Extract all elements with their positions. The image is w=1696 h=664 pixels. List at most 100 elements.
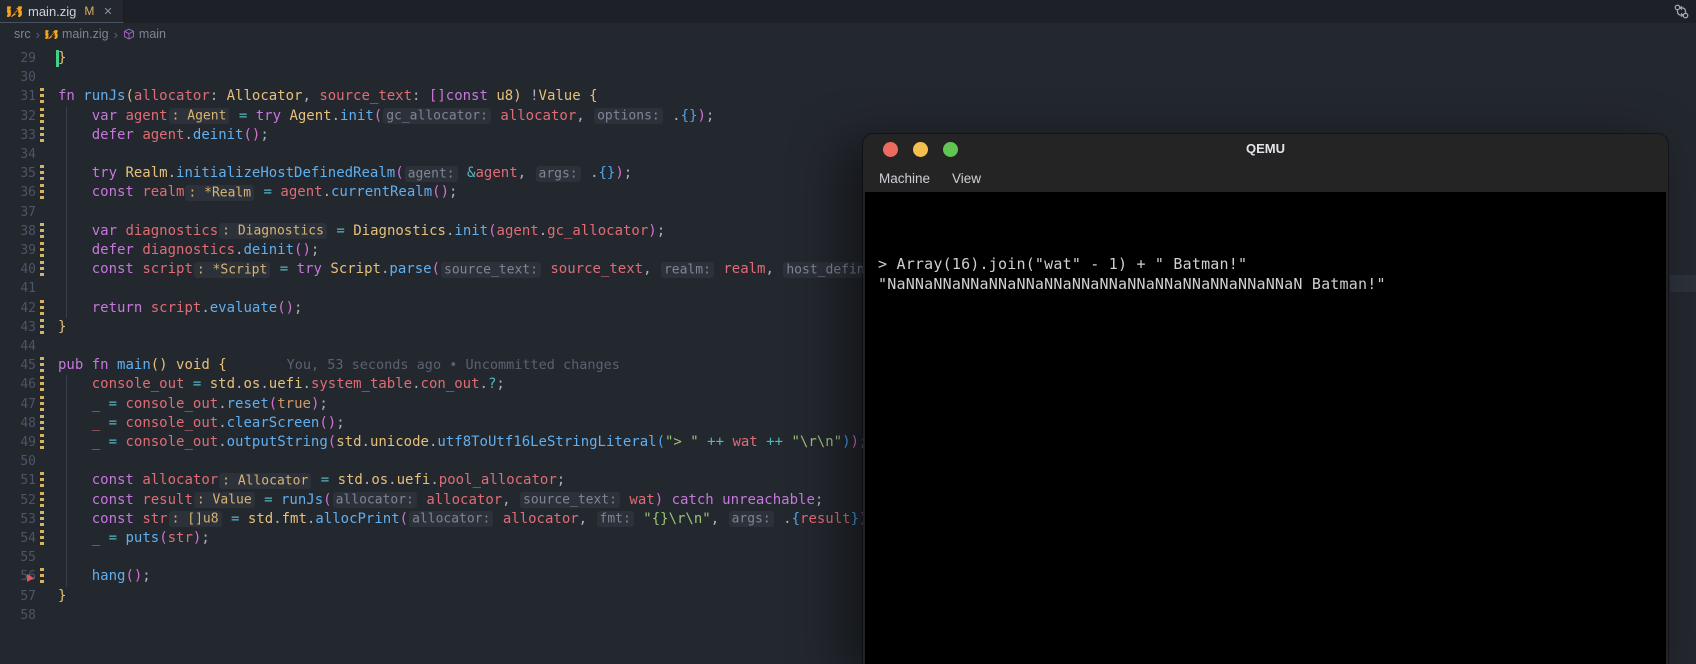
breadcrumb-item-src[interactable]: src	[14, 27, 31, 41]
symbol-cube-icon	[123, 28, 135, 40]
chevron-separator: ›	[36, 27, 40, 42]
code-text: console_out = std.os.uefi.system_table.c…	[58, 375, 505, 394]
line-number[interactable]: 47	[0, 395, 36, 414]
git-gutter-indicator[interactable]	[40, 511, 44, 529]
line-number[interactable]: 52	[0, 491, 36, 510]
line-number[interactable]: 35	[0, 164, 36, 183]
line-number[interactable]: 46	[0, 375, 36, 394]
git-gutter-indicator[interactable]	[40, 472, 44, 490]
terminal-line: > Array(16).join("wat" - 1) + " Batman!"	[878, 254, 1666, 274]
line-number[interactable]: 42	[0, 299, 36, 318]
blame-annotation: You, 53 seconds ago • Uncommitted change…	[287, 357, 620, 373]
code-text: defer diagnostics.deinit();	[58, 241, 319, 260]
line-number[interactable]: 53	[0, 510, 36, 529]
line-number[interactable]: 55	[0, 548, 36, 567]
code-line[interactable]: 30	[0, 68, 1696, 88]
breadcrumb-label: main.zig	[62, 27, 109, 41]
line-number[interactable]: 45	[0, 356, 36, 375]
code-text: try Realm.initializeHostDefinedRealm(age…	[58, 164, 632, 183]
git-gutter-indicator[interactable]	[40, 127, 44, 145]
terminal-line: "NaNNaNNaNNaNNaNNaNNaNNaNNaNNaNNaNNaNNaN…	[878, 274, 1666, 294]
line-number[interactable]: 34	[0, 145, 36, 164]
line-number[interactable]: 37	[0, 203, 36, 222]
menu-item-machine[interactable]: Machine	[879, 171, 930, 186]
code-text: defer agent.deinit();	[58, 126, 269, 145]
line-number[interactable]: 29	[0, 49, 36, 68]
git-gutter-indicator[interactable]	[40, 242, 44, 260]
editor-actions	[1673, 3, 1690, 20]
git-gutter-indicator[interactable]	[40, 376, 44, 394]
indent-guide	[66, 452, 67, 471]
code-text: const allocator: Allocator = std.os.uefi…	[58, 471, 565, 490]
git-gutter-indicator[interactable]	[40, 568, 44, 586]
line-number[interactable]: 49	[0, 433, 36, 452]
deleted-lines-marker	[27, 574, 34, 582]
line-number[interactable]: 32	[0, 107, 36, 126]
git-gutter-indicator[interactable]	[40, 396, 44, 414]
git-gutter-indicator[interactable]	[40, 88, 44, 106]
git-gutter-indicator[interactable]	[40, 184, 44, 202]
code-line[interactable]: 31 fn runJs(allocator: Allocator, source_…	[0, 87, 1696, 107]
qemu-titlebar[interactable]: QEMU	[863, 134, 1668, 164]
code-text: _ = puts(str);	[58, 529, 210, 548]
code-text: return script.evaluate();	[58, 299, 302, 318]
line-number[interactable]: 57	[0, 587, 36, 606]
breadcrumb: src › main.zig › main	[0, 23, 1696, 45]
line-number[interactable]: 36	[0, 183, 36, 202]
tab-filename: main.zig	[28, 4, 76, 19]
git-gutter-indicator[interactable]	[40, 165, 44, 183]
line-number[interactable]: 41	[0, 279, 36, 298]
git-gutter-indicator[interactable]	[40, 492, 44, 510]
line-number[interactable]: 51	[0, 471, 36, 490]
code-text: fn runJs(allocator: Allocator, source_te…	[58, 87, 598, 106]
qemu-window: QEMU Machine View > Array(16).join("wat" …	[863, 134, 1668, 664]
code-text: pub fn main() void {You, 53 seconds ago …	[58, 356, 620, 375]
code-text: var agent: Agent = try Agent.init(gc_all…	[58, 107, 714, 126]
line-number[interactable]: 31	[0, 87, 36, 106]
line-number[interactable]: 43	[0, 318, 36, 337]
git-gutter-indicator[interactable]	[40, 261, 44, 279]
breadcrumb-label: src	[14, 27, 31, 41]
code-line[interactable]: 29}	[0, 49, 1696, 69]
code-text: const realm: *Realm = agent.currentRealm…	[58, 183, 457, 202]
git-gutter-indicator[interactable]	[40, 300, 44, 318]
git-gutter-indicator[interactable]	[40, 357, 44, 375]
vscode-workbench: main.zig M ✕ src › main	[0, 0, 1696, 664]
window-title: QEMU	[863, 141, 1668, 156]
code-line[interactable]: 32 var agent: Agent = try Agent.init(gc_…	[0, 107, 1696, 127]
tab-bar: main.zig M ✕	[0, 0, 1696, 23]
compare-changes-icon[interactable]	[1673, 3, 1690, 20]
qemu-terminal[interactable]: > Array(16).join("wat" - 1) + " Batman!"…	[865, 192, 1666, 664]
git-gutter-indicator[interactable]	[40, 108, 44, 126]
line-number[interactable]: 50	[0, 452, 36, 471]
line-number[interactable]: 54	[0, 529, 36, 548]
code-text: hang();	[58, 567, 151, 586]
tab-main-zig[interactable]: main.zig M ✕	[0, 0, 124, 23]
line-number[interactable]: 33	[0, 126, 36, 145]
qemu-menubar: Machine View	[863, 164, 981, 192]
line-number[interactable]: 39	[0, 241, 36, 260]
git-gutter-indicator[interactable]	[40, 319, 44, 337]
line-number[interactable]: 58	[0, 606, 36, 625]
indent-guide	[66, 203, 67, 222]
indent-guide	[66, 548, 67, 567]
line-number[interactable]: 44	[0, 337, 36, 356]
overview-ruler-marker	[1670, 275, 1696, 292]
code-text: }	[58, 318, 66, 337]
git-gutter-indicator[interactable]	[40, 223, 44, 241]
breadcrumb-item-main[interactable]: main	[123, 27, 166, 41]
menu-item-view[interactable]: View	[952, 171, 981, 186]
line-number[interactable]: 48	[0, 414, 36, 433]
zig-icon	[7, 5, 22, 17]
code-text: }	[58, 49, 66, 68]
breadcrumb-item-main-zig[interactable]: main.zig	[45, 27, 109, 41]
code-text: const result: Value = runJs(allocator: a…	[58, 491, 823, 510]
code-text: _ = console_out.reset(true);	[58, 395, 328, 414]
git-gutter-indicator[interactable]	[40, 434, 44, 452]
line-number[interactable]: 30	[0, 68, 36, 87]
line-number[interactable]: 38	[0, 222, 36, 241]
git-gutter-indicator[interactable]	[40, 415, 44, 433]
close-icon[interactable]: ✕	[103, 5, 112, 18]
git-gutter-indicator[interactable]	[40, 530, 44, 548]
line-number[interactable]: 40	[0, 260, 36, 279]
